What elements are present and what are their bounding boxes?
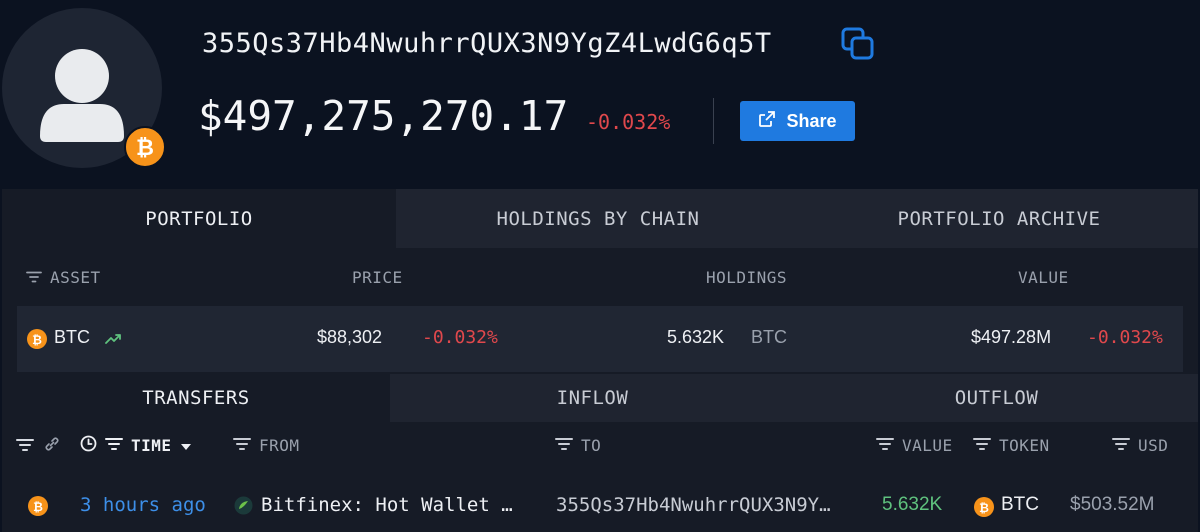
- divider: [713, 98, 714, 144]
- transfer-to[interactable]: 355Qs37Hb4NwuhrrQUX3N9Y…: [556, 494, 831, 516]
- link-icon[interactable]: [44, 436, 60, 456]
- asset-holdings: 5.632K: [667, 327, 725, 347]
- transfer-time[interactable]: 3 hours ago: [80, 494, 206, 516]
- transfer-usd: $503.52M: [1070, 494, 1155, 515]
- copy-icon[interactable]: [840, 26, 876, 66]
- filter-icon[interactable]: [16, 437, 34, 456]
- filter-icon[interactable]: [26, 268, 42, 287]
- share-icon: [758, 110, 776, 133]
- svg-text:₿: ₿: [136, 136, 154, 160]
- total-value: $497,275,270.17: [198, 92, 569, 140]
- filter-icon[interactable]: [233, 436, 251, 455]
- bitcoin-icon: ₿: [974, 495, 994, 517]
- svg-text:₿: ₿: [32, 333, 42, 346]
- tab-portfolio-archive[interactable]: PORTFOLIO ARCHIVE: [800, 189, 1198, 248]
- asset-holdings-unit: BTC: [751, 327, 787, 347]
- share-button[interactable]: Share: [740, 101, 855, 141]
- portfolio-panel: PORTFOLIO HOLDINGS BY CHAIN PORTFOLIO AR…: [2, 189, 1198, 532]
- column-asset[interactable]: ASSET: [26, 268, 101, 287]
- tab-transfers[interactable]: TRANSFERS: [2, 374, 390, 422]
- svg-text:₿: ₿: [33, 500, 43, 513]
- filter-icon[interactable]: [555, 436, 573, 455]
- column-usd-label: USD: [1138, 436, 1169, 455]
- column-price-label: PRICE: [352, 268, 403, 287]
- column-holdings[interactable]: HOLDINGS: [706, 268, 787, 287]
- tab-outflow[interactable]: OUTFLOW: [795, 374, 1198, 422]
- filter-icon[interactable]: [973, 436, 991, 455]
- asset-price-change: -0.032%: [422, 327, 498, 348]
- trend-up-icon: [105, 330, 123, 351]
- share-label: Share: [786, 110, 837, 131]
- column-filter-controls[interactable]: [16, 436, 60, 456]
- transfer-tabs: TRANSFERS INFLOW OUTFLOW: [2, 374, 1198, 422]
- filter-icon[interactable]: [1112, 436, 1130, 455]
- column-holdings-label: HOLDINGS: [706, 268, 788, 287]
- bitcoin-icon: ₿: [124, 126, 166, 168]
- asset-symbol: BTC: [54, 327, 90, 347]
- column-token[interactable]: TOKEN: [973, 436, 1050, 455]
- column-from[interactable]: FROM: [233, 436, 300, 455]
- svg-text:₿: ₿: [979, 501, 989, 514]
- asset-value-change: -0.032%: [1087, 327, 1163, 348]
- column-usd[interactable]: USD: [1112, 436, 1168, 455]
- asset-value: $497.28M: [971, 327, 1052, 347]
- total-change: -0.032%: [586, 110, 671, 134]
- column-value[interactable]: VALUE: [876, 436, 953, 455]
- column-value-label: VALUE: [1018, 268, 1069, 287]
- tab-inflow[interactable]: INFLOW: [390, 374, 795, 422]
- transfer-from[interactable]: Bitfinex: Hot Wallet …: [261, 494, 513, 516]
- transfer-value: 5.632K: [882, 494, 943, 515]
- tab-portfolio[interactable]: PORTFOLIO: [2, 189, 396, 248]
- tab-holdings-by-chain[interactable]: HOLDINGS BY CHAIN: [396, 189, 800, 248]
- table-row[interactable]: ₿ BTC $88,302 -0.032% 5.632K BTC $497.28…: [17, 306, 1183, 372]
- column-value[interactable]: VALUE: [1018, 268, 1069, 287]
- asset-price: $88,302: [317, 327, 383, 347]
- column-to[interactable]: TO: [555, 436, 601, 455]
- wallet-address: 355Qs37Hb4NwuhrrQUX3N9YgZ4LwdG6q5T: [202, 28, 772, 59]
- sort-desc-icon[interactable]: [180, 436, 192, 455]
- column-time[interactable]: TIME: [80, 435, 192, 456]
- column-token-label: TOKEN: [999, 436, 1050, 455]
- clock-icon: [80, 435, 97, 456]
- column-asset-label: ASSET: [50, 268, 101, 287]
- portfolio-tabs: PORTFOLIO HOLDINGS BY CHAIN PORTFOLIO AR…: [2, 189, 1198, 248]
- filter-icon[interactable]: [876, 436, 894, 455]
- column-from-label: FROM: [259, 436, 300, 455]
- bitcoin-icon: ₿: [28, 494, 48, 516]
- column-price[interactable]: PRICE: [352, 268, 403, 287]
- filter-icon[interactable]: [105, 436, 123, 455]
- bitcoin-icon: ₿: [27, 328, 47, 349]
- column-time-label: TIME: [131, 436, 172, 455]
- column-to-label: TO: [581, 436, 602, 455]
- transfer-token: BTC: [1001, 494, 1039, 515]
- bitfinex-icon: [234, 496, 253, 520]
- column-value-label: VALUE: [902, 436, 953, 455]
